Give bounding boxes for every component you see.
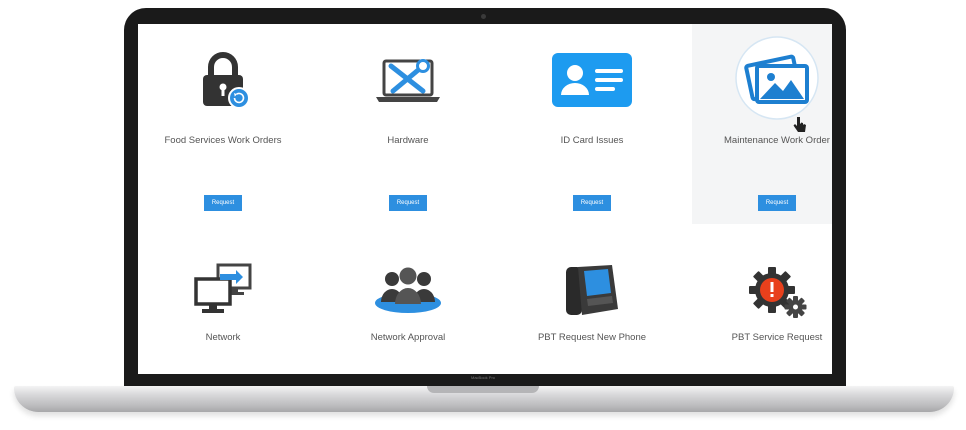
request-button[interactable]: Request	[204, 195, 242, 211]
network-monitors-icon	[190, 259, 256, 324]
laptop-tools-icon	[373, 49, 443, 116]
catalog-tile-hardware[interactable]: Hardware Request	[323, 24, 493, 224]
hand-cursor-icon	[792, 116, 808, 139]
catalog-tile-service-request[interactable]: PBT Service Request	[692, 244, 832, 374]
desk-phone-icon	[560, 259, 624, 326]
webcam	[481, 14, 486, 19]
tile-label: ID Card Issues	[560, 135, 624, 146]
request-button[interactable]: Request	[758, 195, 796, 211]
people-group-icon	[372, 259, 444, 324]
tile-label: Maintenance Work Order	[724, 135, 830, 146]
request-button[interactable]: Request	[573, 195, 611, 211]
catalog-tile-food-services[interactable]: Food Services Work Orders Request	[138, 24, 308, 224]
catalog-tile-maintenance[interactable]: Maintenance Work Order Request	[692, 24, 832, 224]
laptop-notch	[427, 386, 539, 393]
catalog-tile-network[interactable]: Network	[138, 244, 308, 374]
catalog-tile-id-card[interactable]: ID Card Issues Request	[507, 24, 677, 224]
catalog-tile-network-approval[interactable]: Network Approval	[323, 244, 493, 374]
laptop-brand-label: MacBook Pro	[470, 375, 495, 380]
tile-label: Hardware	[387, 135, 429, 146]
id-card-icon	[551, 49, 633, 116]
lock-refresh-icon	[193, 49, 253, 116]
images-icon	[727, 36, 827, 125]
catalog-tile-new-phone[interactable]: PBT Request New Phone	[507, 244, 677, 374]
tile-label: PBT Service Request	[731, 332, 823, 343]
tile-label: Food Services Work Orders	[164, 135, 282, 146]
tile-label: Network	[205, 332, 241, 343]
service-catalog-screen: Food Services Work Orders Request Hardwa…	[138, 24, 832, 374]
request-button[interactable]: Request	[389, 195, 427, 211]
tile-label: Network Approval	[370, 332, 446, 343]
tile-label: PBT Request New Phone	[537, 332, 647, 343]
gear-alert-icon	[745, 259, 809, 326]
